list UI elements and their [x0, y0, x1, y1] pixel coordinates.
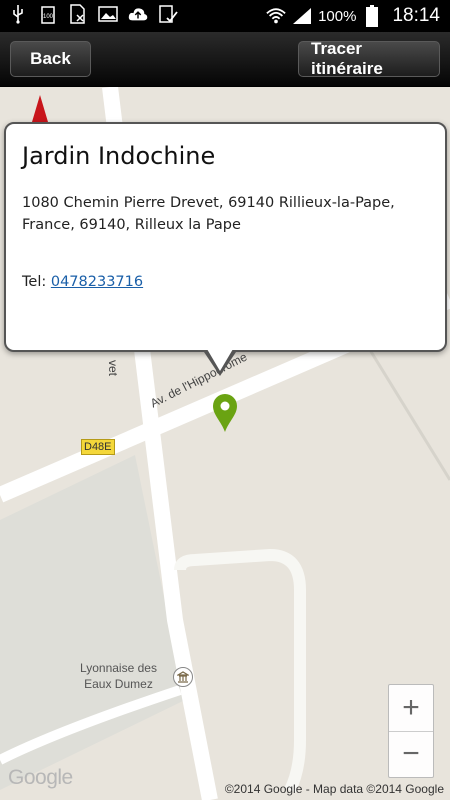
museum-icon[interactable] [173, 667, 193, 687]
phone-label: Tel: [22, 274, 51, 290]
usb-icon [8, 4, 28, 24]
notification-icons: 100 [8, 4, 178, 24]
wifi-icon [266, 6, 286, 26]
image-icon [98, 4, 118, 24]
popup-tail-fill [207, 349, 233, 371]
check-clipboard-icon [158, 4, 178, 24]
location-marker-icon[interactable] [211, 393, 239, 433]
battery-100-icon: 100 [38, 4, 58, 24]
phone-link[interactable]: 0478233716 [51, 274, 143, 290]
street-label-side: vet [106, 360, 120, 377]
place-address: 1080 Chemin Pierre Drevet, 69140 Rillieu… [22, 195, 395, 233]
phone-line: Tel: 0478233716 [22, 274, 143, 290]
system-indicators: 100% 18:14 [266, 0, 440, 32]
svg-text:100: 100 [43, 14, 54, 20]
back-button[interactable]: Back [10, 41, 91, 77]
status-bar: 100 100% 18:14 [0, 0, 450, 32]
road-badge: D48E [81, 439, 115, 455]
clock: 18:14 [392, 5, 440, 26]
poi-label-line2: Eaux Dumez [84, 677, 153, 691]
zoom-out-button[interactable]: − [389, 731, 433, 777]
red-pin-icon [32, 95, 48, 122]
route-button[interactable]: Tracer itinéraire [298, 39, 440, 78]
poi-label: Lyonnaise des Eaux Dumez [80, 660, 157, 692]
signal-icon [292, 6, 312, 26]
poi-label-line1: Lyonnaise des [80, 661, 157, 675]
battery-percent: 100% [318, 7, 357, 25]
zoom-controls: + − [388, 684, 434, 778]
action-bar: Back Tracer itinéraire [0, 32, 450, 87]
cloud-upload-icon [128, 4, 148, 24]
google-logo: Google [8, 766, 73, 789]
place-title: Jardin Indochine [22, 142, 216, 170]
map-credit[interactable]: ©2014 Google - Map data ©2014 Google [225, 782, 444, 796]
battery-icon [362, 5, 382, 27]
zoom-in-button[interactable]: + [389, 685, 433, 732]
sim-icon [68, 4, 88, 24]
info-popup[interactable]: Jardin Indochine 1080 Chemin Pierre Drev… [4, 122, 447, 352]
